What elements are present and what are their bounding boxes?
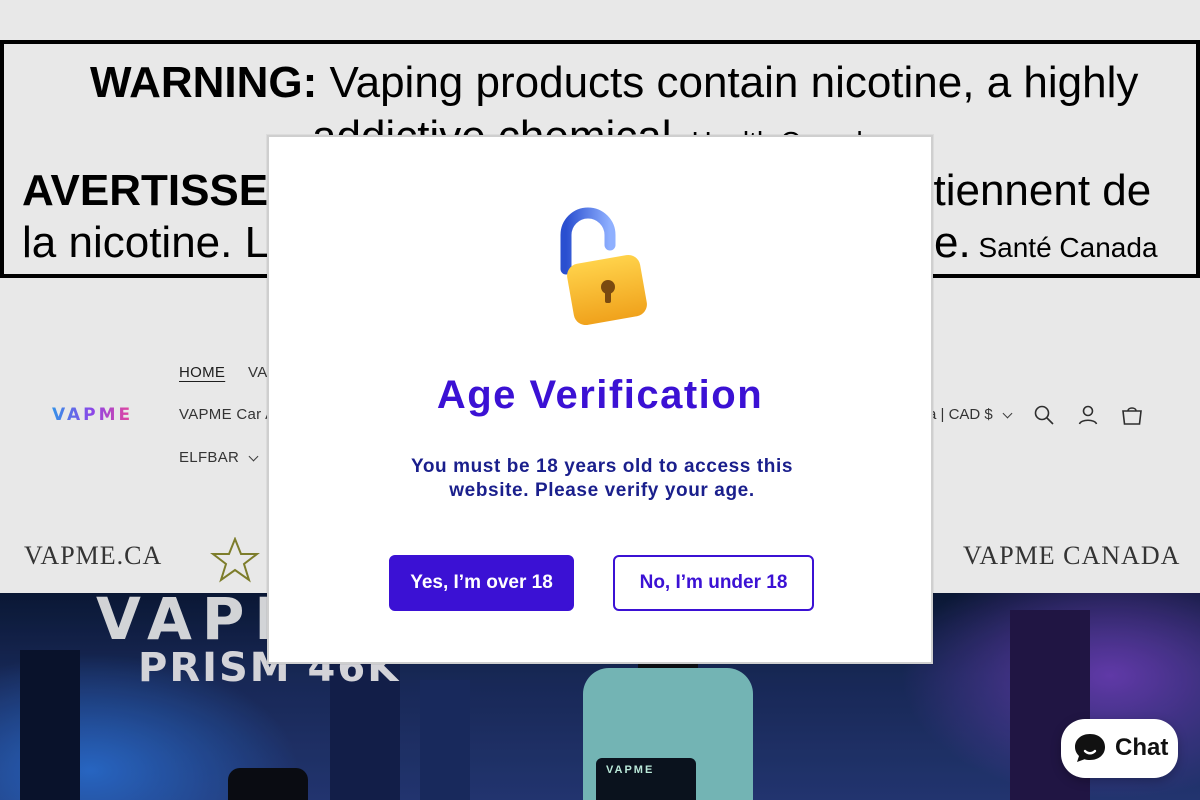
chat-bubble-icon <box>1075 734 1105 762</box>
age-verification-modal: Age Verification You must be 18 years ol… <box>267 135 933 664</box>
under-18-button[interactable]: No, I’m under 18 <box>613 555 814 611</box>
chat-launcher-button[interactable]: Chat <box>1061 719 1178 778</box>
unlocked-padlock-icon <box>560 207 647 325</box>
modal-title: Age Verification <box>436 373 764 417</box>
modal-message: You must be 18 years old to access this … <box>410 456 794 501</box>
confirm-over-18-button[interactable]: Yes, I’m over 18 <box>389 555 574 611</box>
page: WARNING: Vaping products contain nicotin… <box>0 0 1200 800</box>
chat-label: Chat <box>1115 734 1169 761</box>
